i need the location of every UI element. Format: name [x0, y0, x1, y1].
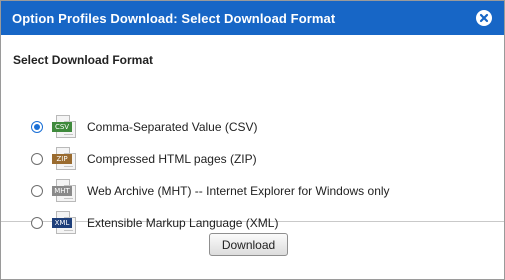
mht-file-tag: MHT [52, 186, 72, 196]
option-label-csv: Comma-Separated Value (CSV) [87, 120, 258, 134]
download-button[interactable]: Download [209, 233, 288, 256]
zip-file-icon: ZIP [52, 147, 78, 171]
close-button[interactable] [476, 10, 492, 26]
dialog-titlebar: Option Profiles Download: Select Downloa… [1, 1, 504, 35]
dialog-body: Select Download Format CSV Comma-Separat… [1, 35, 504, 234]
zip-file-tag: ZIP [52, 154, 72, 164]
section-heading: Select Download Format [13, 53, 154, 67]
csv-file-tag: CSV [52, 122, 72, 132]
radio-mht[interactable] [31, 185, 43, 197]
close-icon [479, 13, 489, 23]
radio-selected-dot [34, 124, 40, 130]
option-label-mht: Web Archive (MHT) -- Internet Explorer f… [87, 184, 390, 198]
dialog-footer: Download [1, 222, 504, 278]
radio-zip[interactable] [31, 153, 43, 165]
download-format-dialog: Option Profiles Download: Select Downloa… [0, 0, 505, 280]
option-label-zip: Compressed HTML pages (ZIP) [87, 152, 257, 166]
option-mht[interactable]: MHT Web Archive (MHT) -- Internet Explor… [31, 179, 390, 203]
option-zip[interactable]: ZIP Compressed HTML pages (ZIP) [31, 147, 257, 171]
csv-file-icon: CSV [52, 115, 78, 139]
dialog-title: Option Profiles Download: Select Downloa… [12, 10, 336, 26]
radio-csv[interactable] [31, 121, 43, 133]
option-csv[interactable]: CSV Comma-Separated Value (CSV) [31, 115, 258, 139]
mht-file-icon: MHT [52, 179, 78, 203]
